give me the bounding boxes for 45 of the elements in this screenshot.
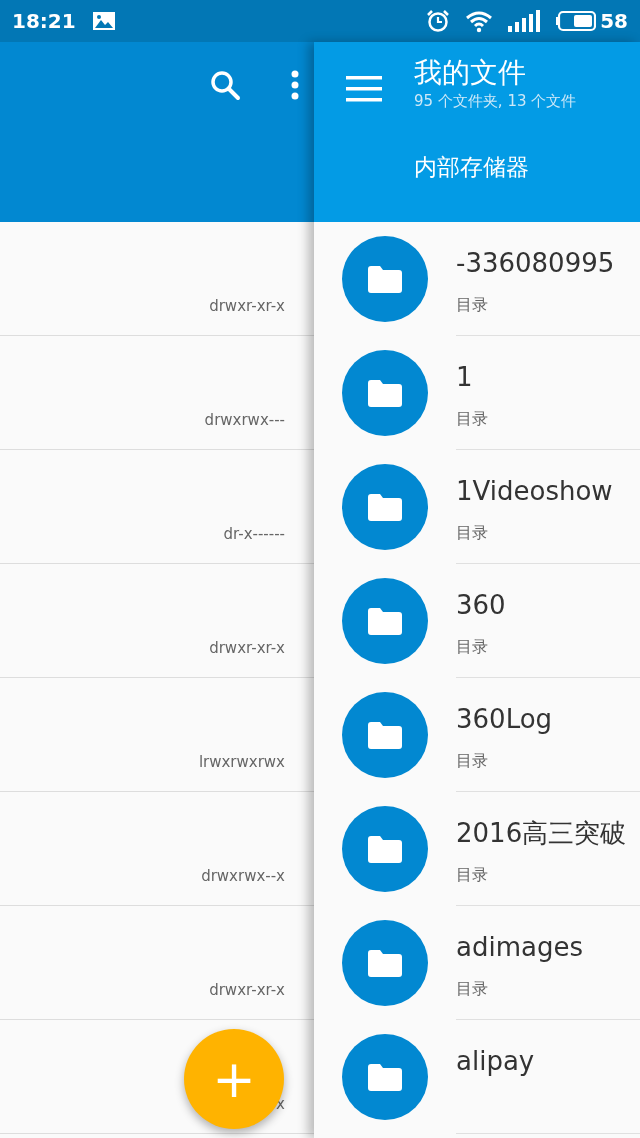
folder-name[interactable]: 360Log bbox=[456, 700, 640, 739]
search-button[interactable] bbox=[210, 70, 242, 102]
menu-icon bbox=[346, 76, 382, 102]
signal-icon bbox=[508, 10, 541, 32]
clock-time: 18:21 bbox=[12, 8, 76, 35]
drawer-title: 我的文件 bbox=[414, 56, 527, 90]
folder-icon bbox=[368, 721, 402, 749]
item-type: 目录 bbox=[456, 636, 489, 658]
folder-name[interactable]: 1 bbox=[456, 358, 640, 397]
folder-icon bbox=[368, 493, 402, 521]
folder-name[interactable]: -336080995 bbox=[456, 244, 640, 283]
item-type: 目录 bbox=[456, 750, 489, 772]
folder-icon bbox=[368, 1063, 402, 1091]
image-icon bbox=[91, 11, 116, 31]
item-type: 目录 bbox=[456, 978, 489, 1000]
folder-name[interactable]: 1Videoshow bbox=[456, 472, 640, 511]
item-type: 目录 bbox=[456, 522, 489, 544]
folder-name[interactable]: alipay bbox=[456, 1042, 640, 1081]
folder-icon bbox=[368, 379, 402, 407]
permissions-text: drwxr-xr-x bbox=[209, 295, 285, 317]
permissions-text: drwxr-xr-x bbox=[209, 979, 285, 1001]
permissions-text: drwxrwx--- bbox=[204, 409, 285, 431]
more-icon bbox=[290, 70, 300, 100]
permissions-text: drwxrwx--x bbox=[201, 865, 285, 887]
more-options-button[interactable] bbox=[290, 70, 300, 100]
alarm-icon bbox=[426, 9, 451, 33]
folder-name[interactable]: 360 bbox=[456, 586, 640, 625]
battery-icon bbox=[556, 10, 597, 32]
permissions-text: lrwxrwxrwx bbox=[198, 751, 285, 773]
folder-count: 95 个文件夹, 13 个文件 bbox=[414, 90, 577, 112]
folder-name[interactable]: 2016高三突破 bbox=[456, 814, 640, 853]
folder-icon bbox=[368, 265, 402, 293]
folder-icon bbox=[368, 949, 402, 977]
permissions-text: dr-x------ bbox=[223, 523, 285, 545]
item-type: 目录 bbox=[456, 864, 489, 886]
item-type: 目录 bbox=[456, 294, 489, 316]
battery-level: 58 bbox=[600, 8, 628, 35]
menu-button[interactable] bbox=[346, 76, 382, 102]
wifi-icon bbox=[466, 9, 493, 33]
item-type: 目录 bbox=[456, 408, 489, 430]
search-icon bbox=[210, 70, 242, 102]
permissions-text: drwxr-xr-x bbox=[209, 637, 285, 659]
folder-icon bbox=[368, 835, 402, 863]
folder-name[interactable]: adimages bbox=[456, 928, 640, 967]
folder-icon bbox=[368, 607, 402, 635]
